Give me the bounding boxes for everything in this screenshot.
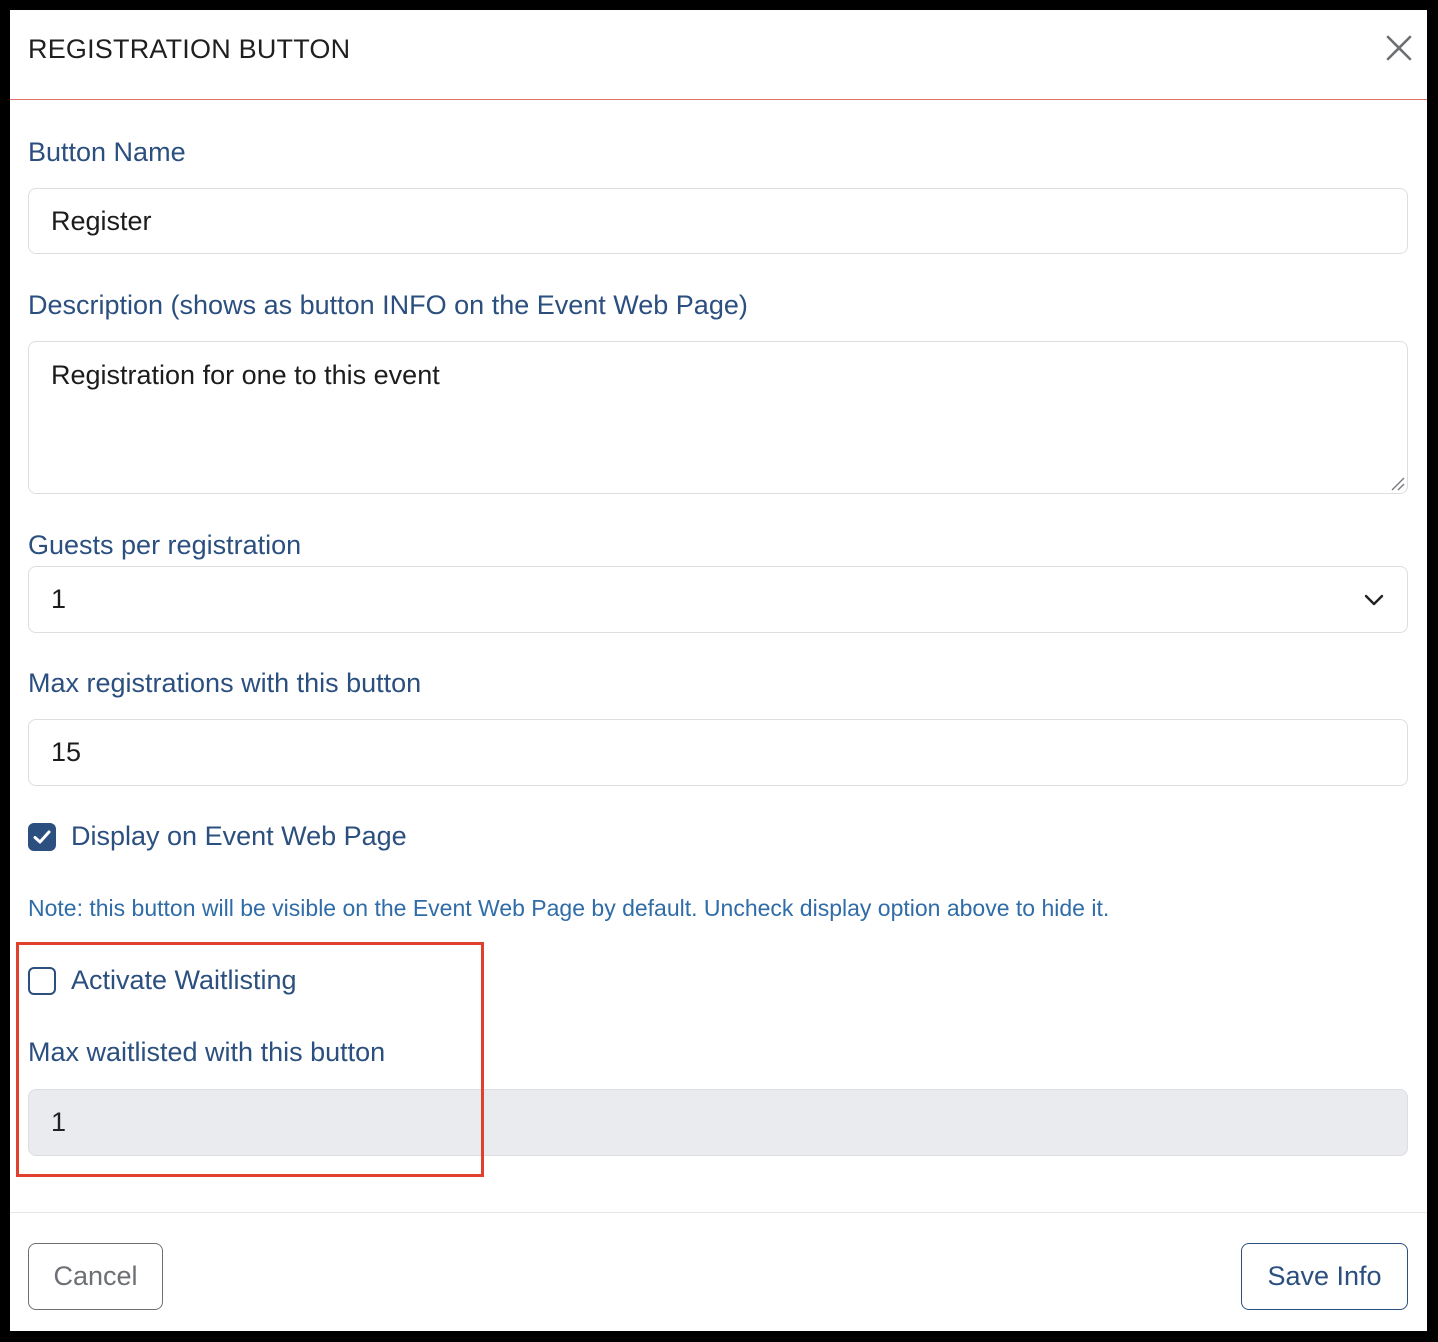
button-name-value: Register bbox=[51, 205, 152, 236]
max-waitlisted-label: Max waitlisted with this button bbox=[28, 1037, 386, 1067]
guests-per-registration-label: Guests per registration bbox=[28, 530, 302, 560]
cancel-button[interactable]: Cancel bbox=[28, 1243, 163, 1310]
close-button[interactable] bbox=[1383, 32, 1415, 64]
chevron-down-icon bbox=[1364, 594, 1384, 605]
max-waitlisted-value: 1 bbox=[51, 1107, 67, 1137]
guests-per-registration-value: 1 bbox=[51, 584, 67, 614]
button-name-input[interactable]: Register bbox=[28, 188, 1408, 254]
display-on-page-checkbox[interactable] bbox=[28, 823, 56, 851]
registration-button-dialog: REGISTRATION BUTTON Button Name Register… bbox=[10, 10, 1427, 1331]
resize-grip-icon[interactable] bbox=[1389, 475, 1405, 491]
dialog-header: REGISTRATION BUTTON bbox=[10, 10, 1427, 100]
description-value: Registration for one to this event bbox=[51, 360, 440, 390]
description-label: Description (shows as button INFO on the… bbox=[28, 290, 748, 320]
button-name-label: Button Name bbox=[28, 137, 186, 167]
max-registrations-input[interactable]: 15 bbox=[28, 719, 1408, 786]
save-info-button[interactable]: Save Info bbox=[1241, 1243, 1408, 1310]
footer-divider bbox=[10, 1212, 1427, 1213]
max-registrations-label: Max registrations with this button bbox=[28, 668, 422, 698]
activate-waitlisting-label[interactable]: Activate Waitlisting bbox=[71, 965, 297, 996]
activate-waitlisting-checkbox[interactable] bbox=[28, 967, 56, 995]
dialog-title: REGISTRATION BUTTON bbox=[28, 34, 351, 64]
close-icon[interactable] bbox=[1383, 32, 1415, 64]
display-note: Note: this button will be visible on the… bbox=[28, 895, 1110, 921]
checkmark-icon bbox=[33, 830, 51, 844]
display-on-page-label[interactable]: Display on Event Web Page bbox=[71, 821, 407, 852]
max-waitlisted-input: 1 bbox=[28, 1089, 1408, 1156]
guests-per-registration-select[interactable]: 1 bbox=[28, 566, 1408, 633]
max-registrations-value: 15 bbox=[51, 737, 82, 767]
description-textarea[interactable]: Registration for one to this event bbox=[28, 341, 1408, 494]
